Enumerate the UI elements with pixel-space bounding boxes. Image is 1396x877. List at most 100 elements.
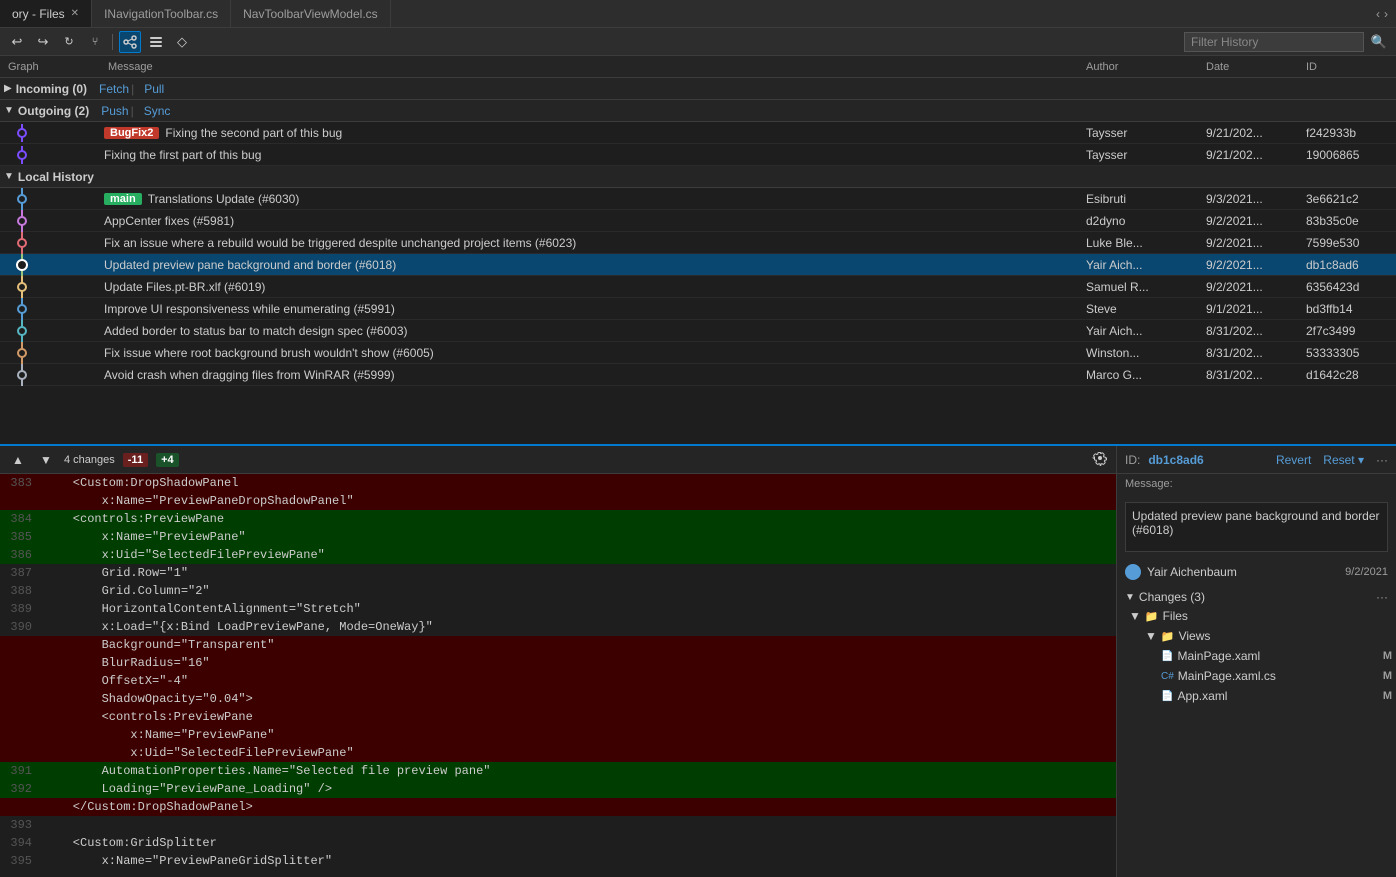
local-commit-1[interactable]: AppCenter fixes (#5981) d2dyno 9/2/2021.… xyxy=(0,210,1396,232)
commit-msg-local-7: Fix issue where root background brush wo… xyxy=(104,346,434,360)
tab-scroll-left[interactable]: ‹ xyxy=(1376,7,1380,21)
line-content-4: x:Uid="SelectedFilePreviewPane" xyxy=(40,546,1116,564)
graph-cell-local-7 xyxy=(4,342,104,364)
filter-input[interactable] xyxy=(1184,32,1364,52)
line-num-10 xyxy=(0,654,40,672)
date-local-7: 8/31/202... xyxy=(1202,346,1302,360)
tab-inavigation[interactable]: INavigationToolbar.cs xyxy=(92,0,231,27)
fetch-btn[interactable]: ↻ xyxy=(58,31,80,53)
diff-down-btn[interactable]: ▼ xyxy=(36,450,56,470)
diff-line-14: x:Name="PreviewPane" xyxy=(0,726,1116,744)
tab-history-files[interactable]: ory - Files ✕ xyxy=(0,0,92,27)
file-mainpage-xaml[interactable]: 📄 MainPage.xaml M xyxy=(1157,646,1396,666)
revert-btn[interactable]: Revert xyxy=(1276,453,1311,467)
reset-btn[interactable]: Reset ▾ xyxy=(1323,453,1364,467)
file-name-1: MainPage.xaml xyxy=(1177,649,1260,663)
line-content-20: <Custom:GridSplitter xyxy=(40,834,1116,852)
diff-body[interactable]: 383 <Custom:DropShadowPanel x:Name="Prev… xyxy=(0,474,1116,877)
id-local-7: 53333305 xyxy=(1302,346,1392,360)
author-date: 9/2/2021 xyxy=(1345,566,1388,578)
graph-cell-local-2 xyxy=(4,232,104,254)
more-btn[interactable]: ··· xyxy=(1376,453,1388,467)
tab-navtoolbar[interactable]: NavToolbarViewModel.cs xyxy=(231,0,391,27)
author-cell-1: Taysser xyxy=(1082,126,1202,140)
outgoing-commit-2[interactable]: Fixing the first part of this bug Taysse… xyxy=(0,144,1396,166)
commit-message-box: Updated preview pane background and bord… xyxy=(1125,502,1388,552)
diff-line-13: <controls:PreviewPane xyxy=(0,708,1116,726)
push-action[interactable]: Push xyxy=(101,104,128,118)
date-local-4: 9/2/2021... xyxy=(1202,280,1302,294)
col-author: Author xyxy=(1082,61,1202,73)
diff-up-btn[interactable]: ▲ xyxy=(8,450,28,470)
local-commits-list: main Translations Update (#6030) Esibrut… xyxy=(0,188,1396,386)
local-history-label: Local History xyxy=(18,170,94,184)
commit-msg-local-4: Update Files.pt-BR.xlf (#6019) xyxy=(104,280,265,294)
author-local-1: d2dyno xyxy=(1082,214,1202,228)
id-local-4: 6356423d xyxy=(1302,280,1392,294)
file-app-xaml[interactable]: 📄 App.xaml M xyxy=(1157,686,1396,706)
commit-message-1: Fixing the second part of this bug xyxy=(165,126,342,140)
local-commit-3[interactable]: Updated preview pane background and bord… xyxy=(0,254,1396,276)
incoming-section-header[interactable]: ▶ Incoming (0) Fetch | Pull xyxy=(0,78,1396,100)
forward-btn[interactable]: ↪ xyxy=(32,31,54,53)
local-commit-0[interactable]: main Translations Update (#6030) Esibrut… xyxy=(0,188,1396,210)
diff-line-19: 393 xyxy=(0,816,1116,834)
diff-line-15: x:Uid="SelectedFilePreviewPane" xyxy=(0,744,1116,762)
outgoing-label: Outgoing (2) xyxy=(18,104,89,118)
file-mainpage-xaml-cs[interactable]: C# MainPage.xaml.cs M xyxy=(1157,666,1396,686)
local-commit-4[interactable]: Update Files.pt-BR.xlf (#6019) Samuel R.… xyxy=(0,276,1396,298)
line-content-13: <controls:PreviewPane xyxy=(40,708,1116,726)
action-sep: | xyxy=(131,82,134,96)
list-view-btn[interactable] xyxy=(145,31,167,53)
local-commit-7[interactable]: Fix issue where root background brush wo… xyxy=(0,342,1396,364)
cs-file-icon: C# xyxy=(1161,671,1174,682)
id-local-2: 7599e530 xyxy=(1302,236,1392,250)
local-commit-5[interactable]: Improve UI responsiveness while enumerat… xyxy=(0,298,1396,320)
line-num-19: 393 xyxy=(0,816,40,834)
fetch-action[interactable]: Fetch xyxy=(99,82,129,96)
tab-scroll-right[interactable]: › xyxy=(1384,7,1388,21)
sync-action[interactable]: Sync xyxy=(144,104,171,118)
diff-line-9: Background="Transparent" xyxy=(0,636,1116,654)
close-icon[interactable]: ✕ xyxy=(71,8,79,19)
line-num-1 xyxy=(0,492,40,510)
local-commit-8[interactable]: Avoid crash when dragging files from Win… xyxy=(0,364,1396,386)
id-label: ID: xyxy=(1125,453,1140,467)
message-cell-local-0: main Translations Update (#6030) xyxy=(104,192,1082,206)
line-num-17: 392 xyxy=(0,780,40,798)
diff-header: ▲ ▼ 4 changes -11 +4 xyxy=(0,446,1116,474)
message-cell-local-3: Updated preview pane background and bord… xyxy=(104,258,1082,272)
search-icon[interactable]: 🔍 xyxy=(1368,31,1390,53)
changes-more-btn[interactable]: ··· xyxy=(1376,590,1388,604)
collapse-icon: ▼ xyxy=(1129,609,1141,623)
line-content-1: x:Name="PreviewPaneDropShadowPanel" xyxy=(40,492,1116,510)
message-cell-local-1: AppCenter fixes (#5981) xyxy=(104,214,1082,228)
local-commit-6[interactable]: Added border to status bar to match desi… xyxy=(0,320,1396,342)
col-date: Date xyxy=(1202,61,1302,73)
outgoing-commit-1[interactable]: BugFix2 Fixing the second part of this b… xyxy=(0,122,1396,144)
author-local-3: Yair Aich... xyxy=(1082,258,1202,272)
filter-area: 🔍 xyxy=(1184,31,1390,53)
message-cell-local-7: Fix issue where root background brush wo… xyxy=(104,346,1082,360)
folder-files[interactable]: ▼ 📁 Files xyxy=(1125,606,1396,626)
pull-action[interactable]: Pull xyxy=(144,82,164,96)
diff-added-badge: +4 xyxy=(156,453,179,467)
id-cell-2: 19006865 xyxy=(1302,148,1392,162)
local-commit-2[interactable]: Fix an issue where a rebuild would be tr… xyxy=(0,232,1396,254)
line-content-17: Loading="PreviewPane_Loading" /> xyxy=(40,780,1116,798)
date-local-1: 9/2/2021... xyxy=(1202,214,1302,228)
commit-details-panel: ID: db1c8ad6 Revert Reset ▾ ··· Message:… xyxy=(1116,446,1396,877)
graph-view-btn[interactable] xyxy=(119,31,141,53)
line-content-12: ShadowOpacity="0.04"> xyxy=(40,690,1116,708)
xaml-file-icon: 📄 xyxy=(1161,651,1173,662)
diff-change-count: 4 changes xyxy=(64,454,115,466)
local-history-header[interactable]: ▼ Local History xyxy=(0,166,1396,188)
filter-btn[interactable]: ◇ xyxy=(171,31,193,53)
branch-btn[interactable]: ⑂ xyxy=(84,31,106,53)
changes-header[interactable]: ▼ Changes (3) ··· xyxy=(1117,588,1396,606)
refresh-btn[interactable]: ↩ xyxy=(6,31,28,53)
diff-settings-btn[interactable] xyxy=(1092,450,1108,469)
folder-views[interactable]: ▼ 📁 Views xyxy=(1141,626,1396,646)
outgoing-section-header[interactable]: ▼ Outgoing (2) Push | Sync xyxy=(0,100,1396,122)
history-rows: ▶ Incoming (0) Fetch | Pull ▼ Outgoing (… xyxy=(0,78,1396,444)
